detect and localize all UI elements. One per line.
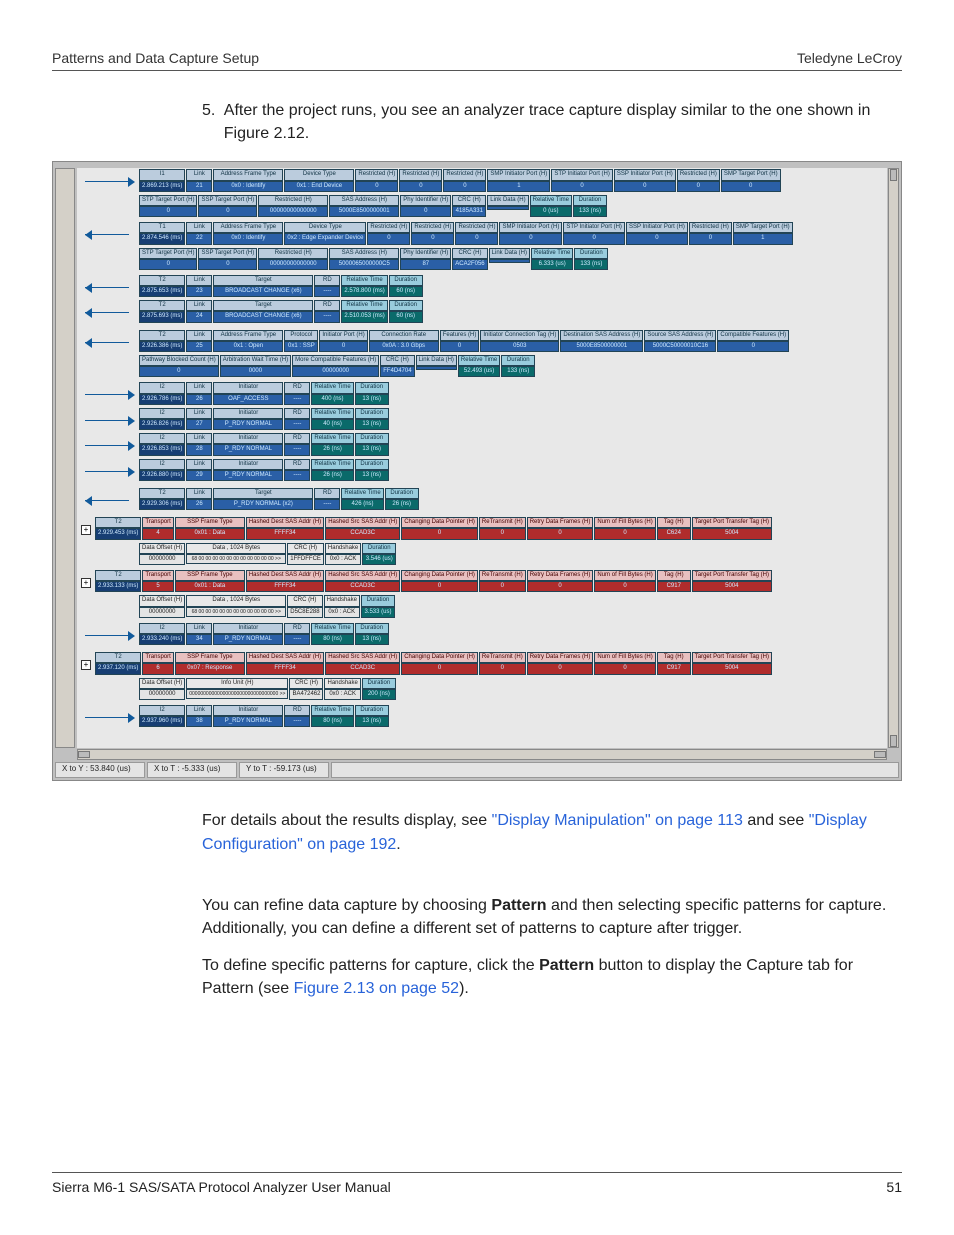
status-spacer (331, 762, 899, 778)
header-rule (52, 70, 902, 71)
page-header: Patterns and Data Capture Setup Teledyne… (52, 50, 902, 66)
page-footer: Sierra M6-1 SAS/SATA Protocol Analyzer U… (52, 1172, 902, 1195)
left-gutter[interactable] (55, 168, 75, 748)
arrow-right-icon (81, 388, 139, 402)
arrow-left-icon (81, 281, 139, 295)
arrow-left-icon (81, 306, 139, 320)
status-xt: X to T : -5.333 (us) (147, 762, 237, 778)
header-left: Patterns and Data Capture Setup (52, 50, 259, 66)
horizontal-scrollbar[interactable] (77, 749, 887, 760)
trace-body: I12.869.213 (ms) Link21 Address Frame Ty… (77, 168, 887, 748)
arrow-right-icon (81, 465, 139, 479)
status-yt: Y to T : -59.173 (us) (239, 762, 329, 778)
arrow-right-icon (81, 414, 139, 428)
page-number: 51 (886, 1179, 902, 1195)
expand-toggle[interactable]: + (81, 578, 91, 588)
para-define: To define specific patterns for capture,… (202, 954, 892, 1000)
step-number: 5. (202, 99, 224, 145)
arrow-right-icon (81, 175, 139, 189)
link-display-manipulation[interactable]: "Display Manipulation" on page 113 (492, 812, 743, 829)
step-5: 5. After the project runs, you see an an… (202, 99, 892, 145)
expand-toggle[interactable]: + (81, 660, 91, 670)
footer-title: Sierra M6-1 SAS/SATA Protocol Analyzer U… (52, 1179, 391, 1195)
arrow-left-icon (81, 494, 139, 508)
arrow-left-icon (81, 228, 139, 242)
link-figure-2-13[interactable]: Figure 2.13 on page 52 (294, 980, 459, 997)
arrow-left-icon (81, 336, 139, 350)
vertical-scrollbar[interactable] (888, 168, 899, 748)
analyzer-trace-figure: I12.869.213 (ms) Link21 Address Frame Ty… (52, 161, 902, 781)
arrow-right-icon (81, 439, 139, 453)
step-text: After the project runs, you see an analy… (224, 99, 892, 145)
arrow-right-icon (81, 711, 139, 725)
expand-toggle[interactable]: + (81, 525, 91, 535)
arrow-right-icon (81, 629, 139, 643)
status-xy: X to Y : 53.840 (us) (55, 762, 145, 778)
para-details: For details about the results display, s… (202, 809, 892, 855)
status-bar: X to Y : 53.840 (us) X to T : -5.333 (us… (55, 762, 899, 778)
header-right: Teledyne LeCroy (797, 50, 902, 66)
para-refine: You can refine data capture by choosing … (202, 894, 892, 940)
